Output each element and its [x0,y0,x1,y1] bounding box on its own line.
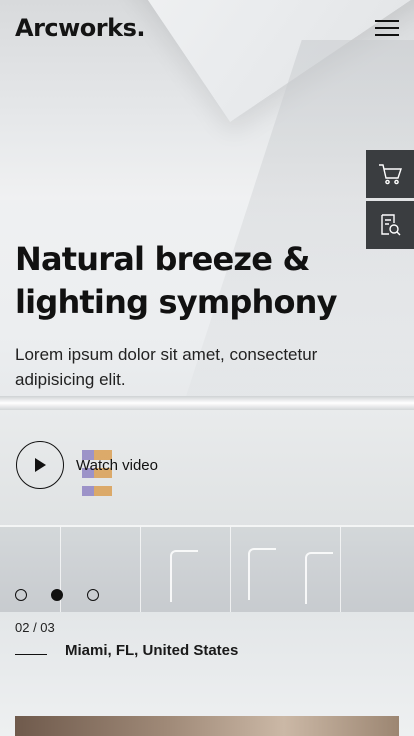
slider-pagination [15,589,123,601]
brand-logo[interactable]: Arcworks. [15,14,146,42]
hamburger-menu-icon[interactable] [375,20,399,38]
chair-shape [248,548,276,600]
play-icon [35,458,46,472]
location-divider [15,654,47,655]
play-button-circle[interactable] [16,441,64,489]
slider-dot-1[interactable] [15,589,27,601]
cart-button[interactable] [366,150,414,198]
watch-video-label[interactable]: Watch video [76,457,158,474]
catalog-search-icon [381,214,401,236]
slide-counter: 02 / 03 [15,620,55,635]
hero-subtitle: Lorem ipsum dolor sit amet, consectetur … [15,345,318,389]
slider-dot-3[interactable] [87,589,99,601]
ceiling-light-strip [0,396,414,410]
slide-location: Miami, FL, United States [65,642,239,659]
glass-partition-shape [0,525,414,617]
watch-video-button[interactable]: Watch video [16,441,158,489]
hero-title: Natural breeze & lighting symphony [15,240,337,321]
shopping-cart-icon [379,164,402,185]
slider-dot-2[interactable] [51,589,63,601]
chair-shape [305,552,333,604]
chair-shape [170,550,198,602]
featured-image-card[interactable] [15,716,399,736]
